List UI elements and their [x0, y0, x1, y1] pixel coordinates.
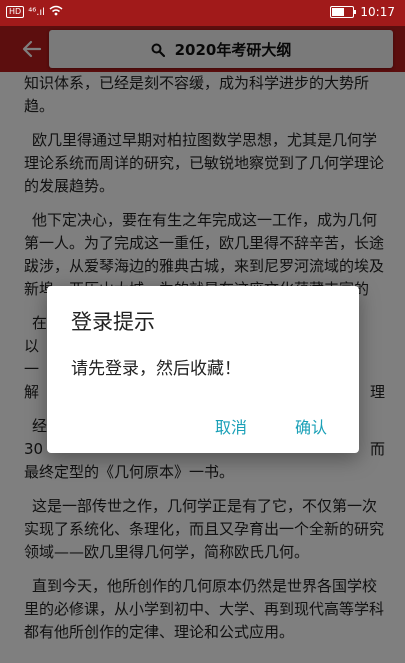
status-left: HD ⁴⁶.ıl — [6, 5, 63, 19]
dialog-message: 请先登录，然后收藏！ — [71, 359, 241, 379]
wifi-icon — [49, 5, 63, 19]
clock: 10:17 — [360, 5, 395, 19]
login-prompt-dialog: 登录提示 请先登录，然后收藏！ 取消 确认 — [47, 286, 359, 453]
status-bar: HD ⁴⁶.ıl 10:17 — [0, 0, 405, 26]
signal-icon: ⁴⁶.ıl — [28, 6, 45, 18]
battery-icon — [330, 6, 357, 18]
dialog-title: 登录提示 — [71, 310, 155, 334]
confirm-button[interactable]: 确认 — [295, 414, 327, 438]
article-screen: HD ⁴⁶.ıl 10:17 登录提示 请先登录，然后收藏！ 取消 确认 — [0, 0, 405, 663]
network-badge: HD — [6, 6, 25, 18]
cancel-button[interactable]: 取消 — [215, 414, 247, 438]
status-right: 10:17 — [330, 5, 395, 19]
